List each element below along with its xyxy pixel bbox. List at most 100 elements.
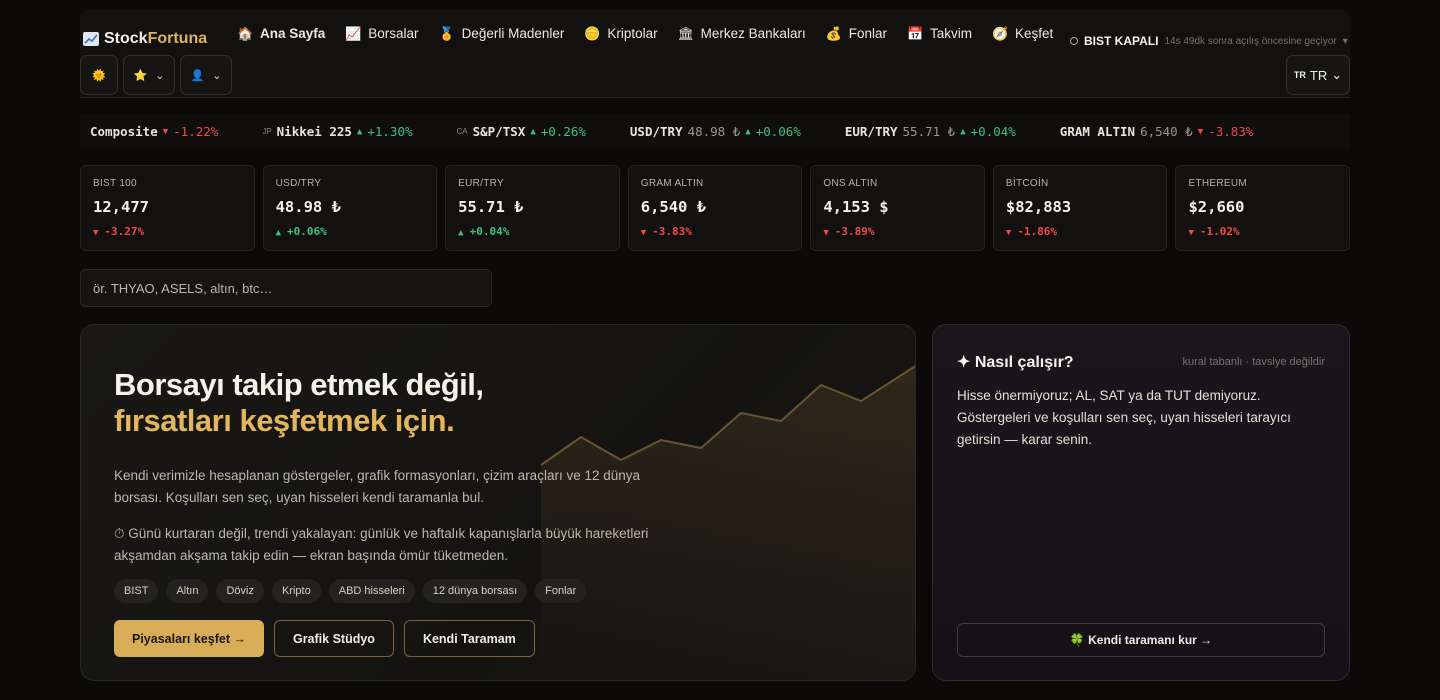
- search-input[interactable]: [93, 280, 479, 296]
- market-card[interactable]: USD/TRY 48.98 ₺ ▲ +0.06%: [262, 165, 438, 251]
- arrow-down-icon: ▼: [1005, 228, 1012, 238]
- card-value: 48.98 ₺: [275, 198, 341, 216]
- ticker-change: -3.83%: [1208, 124, 1254, 139]
- arrow-up-icon: ▲: [275, 228, 281, 238]
- hero-panel: Borsayı takip etmek değil, fırsatları keş…: [80, 324, 916, 681]
- card-label: USD/TRY: [275, 178, 322, 189]
- nav-item-1[interactable]: 📈 Borsalar: [335, 24, 428, 43]
- ticker-item[interactable]: CA S&P/TSX ▲ +0.26%: [457, 124, 586, 139]
- nav-item-3[interactable]: 🪙 Kriptolar: [574, 24, 667, 43]
- hero-tags: BIST Altın Döviz Kripto ABD hisseleri 12 düny…: [114, 579, 587, 603]
- card-label: BİTCOİN: [1005, 178, 1049, 189]
- card-label: EUR/TRY: [458, 178, 504, 189]
- card-change: ▼ -3.27%: [93, 225, 242, 238]
- ticker-change: +0.04%: [970, 124, 1016, 139]
- my-scan-button[interactable]: Kendi Taramam: [403, 620, 535, 657]
- ticker-change: -1.22%: [173, 124, 219, 139]
- nav-icon: 🏛: [677, 25, 695, 41]
- hero-title: Borsayı takip etmek değil, fırsatları keş…: [114, 367, 484, 439]
- market-status-label: BIST KAPALI: [1084, 34, 1159, 48]
- arrow-down-icon: ▼: [93, 228, 99, 238]
- tag-chip[interactable]: Fonlar: [535, 579, 587, 603]
- arrow-up-icon: ▲: [960, 126, 966, 137]
- ticker-price: 48.98 ₺: [687, 124, 741, 139]
- ticker-item[interactable]: JP Nikkei 225 ▲ +1.30%: [262, 124, 412, 139]
- nav-item-4[interactable]: 🏛 Merkez Bankaları: [668, 24, 816, 43]
- arrow-up-icon: ▲: [356, 126, 363, 137]
- ticker-name: Composite: [90, 124, 158, 139]
- nav-icon: 💰: [825, 25, 842, 41]
- hero-actions: Piyasaları keşfet → Grafik Stüdyo Kendi …: [114, 620, 535, 657]
- nav-item-5[interactable]: 💰 Fonlar: [816, 24, 897, 43]
- hero-title-line1: Borsayı takip etmek değil,: [114, 367, 484, 402]
- nav-label: Keşfet: [1014, 26, 1054, 41]
- market-card[interactable]: EUR/TRY 55.71 ₺ ▲ +0.04%: [445, 165, 620, 251]
- card-change-value: -1.02%: [1199, 225, 1240, 238]
- card-change-value: +0.04%: [469, 225, 510, 238]
- nav-item-7[interactable]: 🧭 Keşfet: [982, 24, 1063, 43]
- card-change-value: -3.83%: [652, 225, 692, 238]
- card-value: 4,153 $: [823, 198, 889, 216]
- ticker-name: Nikkei 225: [276, 124, 352, 139]
- ticker-change: +0.26%: [540, 124, 586, 139]
- nav-item-6[interactable]: 📅 Takvim: [897, 24, 982, 43]
- market-status-sub: 14s 49dk sonra açılış öncesine geçiyor: [1164, 35, 1337, 47]
- tag-chip[interactable]: ABD hisseleri: [328, 579, 415, 603]
- tag-chip[interactable]: 12 dünya borsası: [422, 579, 528, 603]
- brand-name-part1: Stock: [104, 30, 148, 47]
- card-change: ▲ +0.06%: [276, 225, 425, 238]
- market-card[interactable]: ETHEREUM $2,660 ▼ -1.02%: [1175, 165, 1351, 251]
- chart-studio-button[interactable]: Grafik Stüdyo: [273, 620, 394, 657]
- tag-chip[interactable]: BIST: [114, 579, 159, 603]
- user-menu-button[interactable]: 👤 ⌄: [180, 55, 232, 95]
- nav-label: Borsalar: [368, 26, 419, 41]
- theme-toggle-button[interactable]: 🌞: [80, 55, 118, 95]
- nav-label: Kriptolar: [607, 26, 658, 41]
- market-card[interactable]: BİTCOİN $82,883 ▼ -1.86%: [992, 165, 1168, 251]
- favorites-button[interactable]: ⭐ ⌄: [123, 55, 175, 95]
- top-navbar: Stock Fortuna 🏠 Ana Sayfa 📈 Borsalar 🏅 Değerli…: [80, 10, 1350, 98]
- market-status[interactable]: BIST KAPALI 14s 49dk sonra açılış öncesi…: [1070, 34, 1348, 48]
- nav-label: Takvim: [929, 26, 972, 41]
- how-it-works-panel: ✦ Nasıl çalışır? kural tabanlı · tavsiye…: [932, 324, 1350, 681]
- ticker-name: EUR/TRY: [844, 124, 898, 139]
- nav-label: Değerli Madenler: [461, 26, 565, 41]
- ticker-item[interactable]: USD/TRY 48.98 ₺ ▲ +0.06%: [630, 124, 801, 139]
- chevron-down-icon: ⌄: [212, 69, 222, 82]
- brand-logo[interactable]: Stock Fortuna: [83, 30, 207, 48]
- tag-chip[interactable]: Döviz: [216, 579, 264, 603]
- tag-chip[interactable]: Altın: [166, 579, 209, 603]
- hero-title-line2: fırsatları keşfetmek için.: [114, 403, 455, 438]
- language-select[interactable]: TR TR ⌄: [1286, 55, 1350, 95]
- nav-item-0[interactable]: 🏠 Ana Sayfa: [227, 24, 335, 43]
- ticker-item[interactable]: GRAM ALTIN 6,540 ₺ ▼ -3.83%: [1060, 124, 1254, 139]
- card-label: ETHEREUM: [1188, 178, 1247, 189]
- market-card[interactable]: GRAM ALTIN 6,540 ₺ ▼ -3.83%: [627, 165, 803, 251]
- nav-item-2[interactable]: 🏅 Değerli Madenler: [429, 24, 575, 43]
- app-shell: Stock Fortuna 🏠 Ana Sayfa 📈 Borsalar 🏅 Değerli…: [80, 10, 1350, 98]
- ticker-name: GRAM ALTIN: [1059, 124, 1136, 139]
- market-ticker: Composite ▼ -1.22% JP Nikkei 225 ▲ +1.30% CA S&P…: [80, 114, 1350, 149]
- brand-name-part2: Fortuna: [147, 30, 208, 47]
- tag-chip[interactable]: Kripto: [271, 579, 321, 603]
- nav-icon: 📈: [345, 25, 362, 41]
- star-icon: ⭐: [133, 69, 148, 82]
- flag-icon: TR: [1293, 70, 1306, 80]
- nav-icon: 🏠: [237, 25, 254, 41]
- how-tagline: kural tabanlı · tavsiye değildir: [1182, 356, 1325, 368]
- arrow-up-icon: ▲: [530, 126, 536, 137]
- ticker-change: +0.06%: [755, 124, 801, 139]
- market-card[interactable]: ONS ALTIN 4,153 $ ▼ -3.89%: [810, 165, 985, 251]
- explore-markets-button[interactable]: Piyasaları keşfet →: [114, 620, 264, 657]
- ticker-price: 55.71 ₺: [902, 124, 956, 139]
- ticker-item[interactable]: Composite ▼ -1.22%: [90, 124, 218, 139]
- arrow-down-icon: ▼: [1188, 228, 1194, 238]
- card-change: ▼ -1.86%: [1006, 225, 1155, 238]
- ticker-change: +1.30%: [367, 124, 413, 139]
- arrow-down-icon: ▼: [162, 126, 169, 137]
- card-label: ONS ALTIN: [823, 178, 878, 189]
- ticker-item[interactable]: EUR/TRY 55.71 ₺ ▲ +0.04%: [845, 124, 1016, 139]
- search-box[interactable]: [80, 269, 492, 307]
- build-scan-button[interactable]: 🍀 Kendi taramanı kur →: [957, 623, 1325, 657]
- market-card[interactable]: BIST 100 12,477 ▼ -3.27%: [80, 165, 255, 251]
